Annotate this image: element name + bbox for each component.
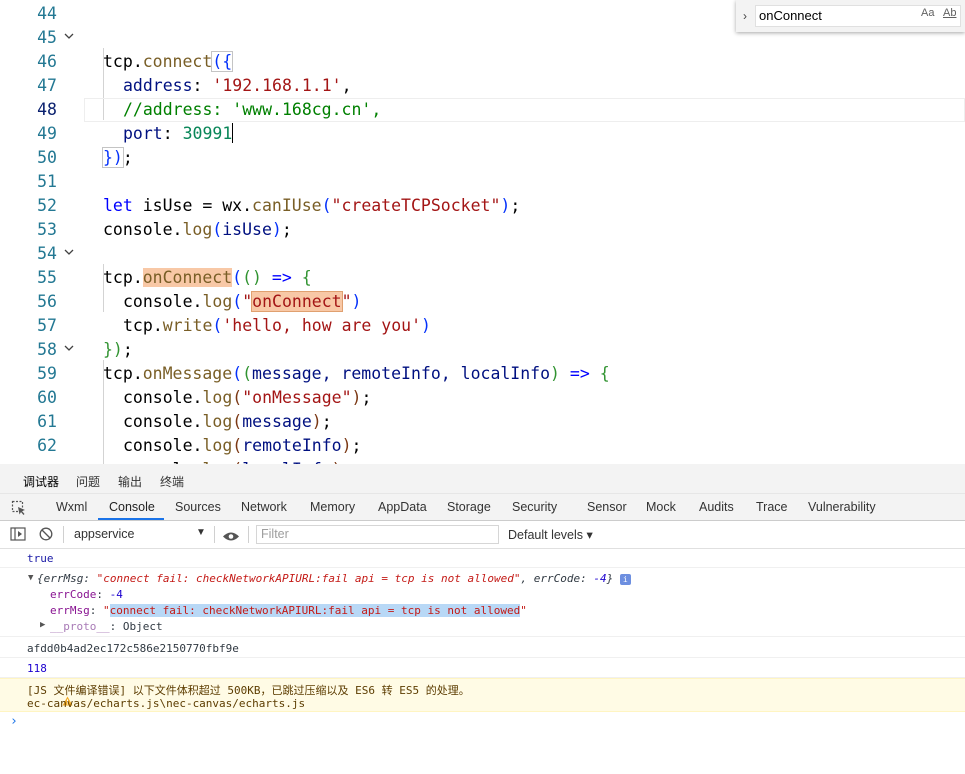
code-line-49[interactable]: }); [0, 122, 965, 168]
console-message: 118 [0, 658, 965, 678]
tab-mock[interactable]: Mock [646, 500, 676, 514]
code-line-52[interactable]: console.log(isUse); [0, 194, 965, 239]
console-message-object[interactable]: ▼ {errMsg: "connect fail: checkNetworkAP… [0, 568, 965, 637]
selected-text: connect fail: checkNetworkAPIURL:fail ap… [109, 604, 521, 617]
code-line-55[interactable]: console.log("onConnect") [0, 266, 965, 312]
tab-terminal[interactable]: 终端 [160, 473, 184, 490]
expand-triangle-icon[interactable]: ▼ [28, 573, 33, 583]
console-output[interactable]: true ▼ {errMsg: "connect fail: checkNetw… [0, 549, 965, 774]
console-message: afdd0b4ad2ec172c586e2150770fbf9e [0, 637, 965, 658]
tab-wxml[interactable]: Wxml [56, 500, 87, 514]
filter-input[interactable]: Filter [256, 525, 499, 544]
tab-memory[interactable]: Memory [310, 500, 355, 514]
info-icon[interactable]: i [619, 574, 631, 585]
tab-security[interactable]: Security [512, 500, 557, 514]
tab-console[interactable]: Console [109, 500, 155, 514]
tab-trace[interactable]: Trace [756, 500, 788, 514]
chevron-down-icon[interactable]: ▼ [196, 527, 206, 538]
code-line-59[interactable]: console.log("onMessage"); [0, 362, 965, 407]
code-line-46[interactable]: address: '192.168.1.1', [0, 50, 965, 95]
code-line-57[interactable]: }); [0, 314, 965, 359]
gutter-row: 50 [0, 146, 965, 170]
match-case-icon[interactable]: Aa [921, 7, 934, 19]
toolbar-divider [214, 526, 215, 543]
console-warning: [JS 文件编译错误] 以下文件体积超过 500KB，已跳过压缩以及 ES6 转… [0, 678, 965, 712]
tab-output[interactable]: 输出 [118, 473, 142, 490]
toolbar-divider [63, 526, 64, 543]
code-line-48[interactable]: port: 30991 [0, 98, 965, 143]
tab-sensor[interactable]: Sensor [587, 500, 627, 514]
panel-tab-bar: Wxml Console Sources Network Memory AppD… [0, 494, 965, 521]
code-line-61[interactable]: console.log(remoteInfo); [0, 410, 965, 455]
sidebar-toggle-icon[interactable] [10, 527, 26, 546]
code-line-62[interactable]: console.log(localInfo); [0, 434, 965, 464]
console-toolbar: appservice ▼ Filter Default levels ▾ [0, 521, 965, 549]
console-message: true [0, 549, 965, 568]
find-widget[interactable]: › onConnect Aa Ab [736, 0, 965, 32]
eye-icon[interactable] [222, 529, 240, 547]
code-line-51[interactable]: let isUse = wx.canIUse("createTCPSocket"… [0, 170, 965, 215]
top-tab-bar: 调试器 问题 输出 终端 [0, 464, 965, 497]
tab-problems[interactable]: 问题 [76, 473, 100, 490]
line-number: 44 [37, 4, 57, 23]
tab-vulnerability[interactable]: Vulnerability [808, 500, 876, 514]
code-line-60[interactable]: console.log(message); [0, 386, 965, 431]
tab-storage[interactable]: Storage [447, 500, 491, 514]
inspect-element-icon[interactable] [11, 500, 27, 521]
code-line-54[interactable]: tcp.onConnect(() => { [0, 242, 965, 287]
log-levels-select[interactable]: Default levels ▾ [508, 527, 593, 542]
devtools-panel: 调试器 问题 输出 终端 Wxml Console Sources Networ… [0, 464, 965, 774]
active-tab-indicator [98, 518, 164, 520]
code-line-58[interactable]: tcp.onMessage((message, remoteInfo, loca… [0, 338, 965, 383]
tab-appdata[interactable]: AppData [378, 500, 427, 514]
toggle-replace-icon[interactable]: › [743, 9, 747, 23]
tab-network[interactable]: Network [241, 500, 287, 514]
object-preview[interactable]: {errMsg: "connect fail: checkNetworkAPIU… [37, 572, 631, 585]
console-prompt-icon[interactable]: › [10, 714, 18, 729]
code-editor[interactable]: 62 61 60 59 58 57 56 55 54 53 52 51 50 49 48 47 46 45 44 t… [0, 0, 965, 464]
toolbar-divider [248, 526, 249, 543]
tab-audits[interactable]: Audits [699, 500, 734, 514]
whole-word-icon[interactable]: Ab [943, 7, 956, 19]
clear-console-icon[interactable] [39, 527, 53, 546]
code-line-47[interactable]: //address: 'www.168cg.cn', [0, 74, 965, 119]
expand-triangle-icon[interactable]: ▶ [40, 620, 45, 630]
code-line-56[interactable]: tcp.write('hello, how are you') [0, 290, 965, 335]
context-select[interactable]: appservice [74, 527, 134, 541]
tab-debugger[interactable]: 调试器 [20, 473, 62, 497]
tab-sources[interactable]: Sources [175, 500, 221, 514]
